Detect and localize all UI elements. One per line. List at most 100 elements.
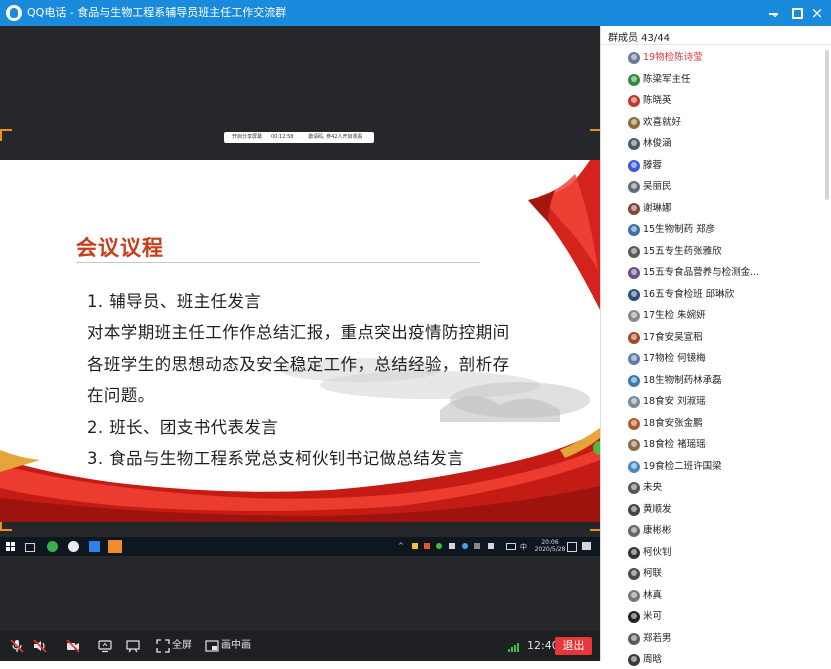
member-name: 米可 (643, 611, 663, 622)
app-icon (89, 541, 100, 552)
avatar (628, 568, 640, 580)
fullscreen-button[interactable]: 全屏 (172, 638, 192, 654)
member-row[interactable]: 林真 (628, 587, 828, 605)
avatar (628, 181, 640, 193)
avatar (628, 73, 640, 86)
member-row[interactable]: 郑若男 (628, 630, 828, 648)
avatar (628, 482, 640, 494)
tray-icon (436, 543, 442, 549)
member-row[interactable]: 15五专食品营养与检测金... (628, 264, 828, 282)
member-name: 未央 (643, 482, 663, 493)
member-row[interactable]: 陈梁军主任 (628, 71, 828, 89)
member-row[interactable]: 康彬彬 (628, 522, 828, 540)
heading-divider (76, 262, 480, 263)
screen-share-icon[interactable] (98, 639, 112, 653)
copy-icon (567, 542, 577, 552)
tray-icon (449, 543, 455, 549)
avatar (628, 159, 640, 172)
member-row[interactable]: 18食安 刘淑瑶 (628, 393, 828, 411)
whiteboard-icon[interactable] (126, 639, 140, 653)
member-row[interactable]: 陈晓英 (628, 92, 828, 110)
member-panel: 群成员 43/44 19物检陈诗莹 陈梁军主任 陈晓英 欢喜就好 林俊涵 滕蓉 吴丽民 谢琳娜… (600, 26, 831, 666)
avatar (628, 353, 640, 365)
exit-call-button[interactable]: 退出 (555, 637, 592, 655)
signal-strength-icon (508, 643, 522, 652)
share-timer: 00:12:58 (271, 134, 294, 140)
mic-muted-icon[interactable] (10, 639, 24, 653)
member-name: 16五专食检班 邱琳欣 (643, 288, 735, 300)
member-name: 谢琳娜 (643, 202, 672, 214)
member-name: 黄顺发 (643, 503, 672, 515)
camera-off-icon[interactable] (66, 639, 80, 653)
avatar (628, 202, 640, 215)
avatar (628, 310, 640, 322)
member-name: 吴丽民 (643, 181, 672, 192)
agenda-line: 各班学生的思想动态及安全稳定工作，总结经验，剖析存 (87, 355, 510, 374)
member-row[interactable]: 米可 (628, 608, 828, 626)
member-row[interactable]: 吴丽民 (628, 178, 828, 196)
clock-time: 20:06 (541, 539, 559, 546)
picture-in-picture-icon[interactable] (205, 639, 219, 653)
member-row[interactable]: 黄顺发 (628, 501, 828, 519)
member-row[interactable]: 林俊涵 (628, 135, 828, 153)
member-list-scrollbar[interactable] (825, 50, 829, 200)
avatar (628, 503, 640, 516)
member-row[interactable]: 19食检二班许国梁 (628, 458, 828, 476)
avatar (628, 589, 640, 602)
share-status-text: 开启分享屏幕 (232, 134, 263, 140)
agenda-line: 1. 辅导员、班主任发言 (87, 292, 262, 311)
title-bar: QQ电话 - 食品与生物工程系辅导员班主任工作交流群 ⌄ × (0, 0, 831, 26)
presentation-slide: 会议议程 1. 辅导员、班主任发言 对本学期班主任工作作总结汇报，重点突出疫情防… (0, 160, 600, 522)
member-row[interactable]: 周晗 (628, 651, 828, 669)
tray-icon (462, 543, 468, 549)
member-name: 18食安 刘淑瑶 (643, 396, 706, 407)
frame-corner (0, 129, 12, 141)
member-row[interactable]: 18食安张金鹏 (628, 415, 828, 433)
browser-icon (68, 541, 79, 552)
avatar (628, 245, 640, 258)
share-note: 邀请码, 参42人开启观看 (308, 134, 363, 140)
member-row[interactable]: 18食检 褚瑶瑶 (628, 436, 828, 454)
member-row[interactable]: 15生物制药 郑彦 (628, 221, 828, 239)
minimize-button[interactable] (764, 3, 784, 23)
member-row[interactable]: 柯联 (628, 565, 828, 583)
member-row[interactable]: 欢喜就好 (628, 114, 828, 132)
member-name: 柯联 (643, 568, 663, 579)
member-row[interactable]: 17生检 朱婉妍 (628, 307, 828, 325)
member-row[interactable]: 17食安吴宣稆 (628, 329, 828, 347)
window-title: QQ电话 - 食品与生物工程系辅导员班主任工作交流群 (27, 6, 287, 19)
member-name: 周晗 (643, 654, 663, 665)
member-name: 郑若男 (643, 632, 672, 644)
avatar (628, 460, 640, 473)
speaker-muted-icon[interactable] (33, 639, 47, 653)
screen-share-status-bar: 开启分享屏幕 00:12:58 邀请码, 参42人开启观看 (224, 132, 374, 143)
keyboard-icon (506, 543, 516, 550)
member-name: 19物检陈诗莹 (643, 52, 703, 63)
agenda-line: 3. 食品与生物工程系党总支柯伙钊书记做总结发言 (87, 449, 465, 468)
tray-chevron-icon: ^ (398, 542, 404, 550)
member-row[interactable]: 未央 (628, 479, 828, 497)
avatar (628, 331, 640, 344)
notification-icon (582, 542, 591, 550)
maximize-button[interactable] (786, 3, 806, 23)
member-row[interactable]: 17物检 何镜梅 (628, 350, 828, 368)
close-button[interactable]: × (807, 3, 827, 23)
member-name: 林真 (643, 589, 663, 601)
header-divider (601, 44, 831, 45)
windows-start-icon (6, 542, 15, 551)
presentation-app-icon (108, 540, 122, 553)
member-name: 17物检 何镜梅 (643, 353, 706, 364)
avatar (628, 439, 640, 451)
member-row[interactable]: 16五专食检班 邱琳欣 (628, 286, 828, 304)
member-row[interactable]: 19物检陈诗莹 (628, 49, 828, 67)
member-row[interactable]: 18生物制药林承磊 (628, 372, 828, 390)
call-duration: 12:40 (527, 639, 559, 652)
member-row[interactable]: 滕蓉 (628, 157, 828, 175)
member-row[interactable]: 15五专生药张雅欣 (628, 243, 828, 261)
avatar (628, 611, 640, 623)
picture-in-picture-button[interactable]: 画中画 (221, 638, 251, 654)
member-row[interactable]: 谢琳娜 (628, 200, 828, 218)
member-name: 19食检二班许国梁 (643, 460, 722, 472)
fullscreen-icon[interactable] (156, 639, 170, 653)
member-row[interactable]: 柯伙钊 (628, 544, 828, 562)
